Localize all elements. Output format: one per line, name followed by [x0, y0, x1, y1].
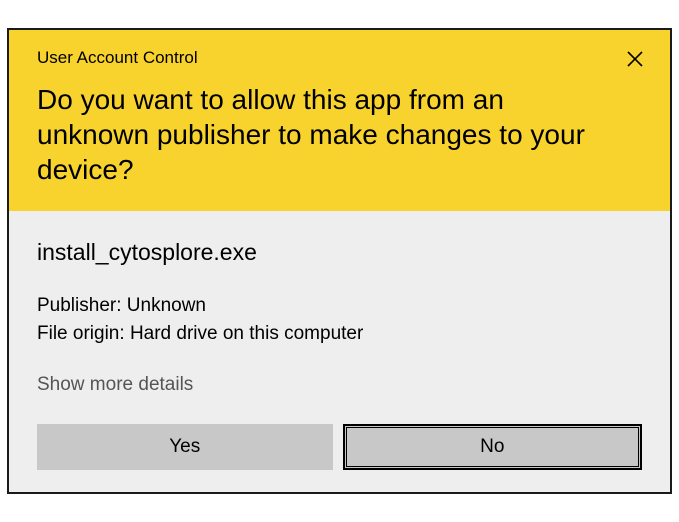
dialog-body: install_cytosplore.exe Publisher: Unknow… — [9, 211, 670, 413]
publisher-label: Publisher: — [37, 295, 122, 316]
show-more-details-link[interactable]: Show more details — [37, 374, 193, 396]
dialog-title: User Account Control — [37, 48, 642, 68]
origin-label: File origin: — [37, 323, 125, 344]
close-button[interactable] — [622, 46, 648, 72]
publisher-line: Publisher: Unknown — [37, 292, 642, 320]
origin-line: File origin: Hard drive on this computer — [37, 320, 642, 348]
origin-value: Hard drive on this computer — [130, 323, 363, 344]
app-name: install_cytosplore.exe — [37, 239, 642, 266]
dialog-header: User Account Control Do you want to allo… — [9, 30, 670, 211]
yes-button[interactable]: Yes — [37, 424, 333, 470]
dialog-prompt: Do you want to allow this app from an un… — [37, 82, 642, 187]
uac-dialog: User Account Control Do you want to allo… — [7, 28, 672, 493]
publisher-value: Unknown — [127, 295, 206, 316]
no-button[interactable]: No — [343, 424, 643, 470]
button-row: Yes No — [9, 414, 670, 492]
close-icon — [626, 50, 644, 68]
